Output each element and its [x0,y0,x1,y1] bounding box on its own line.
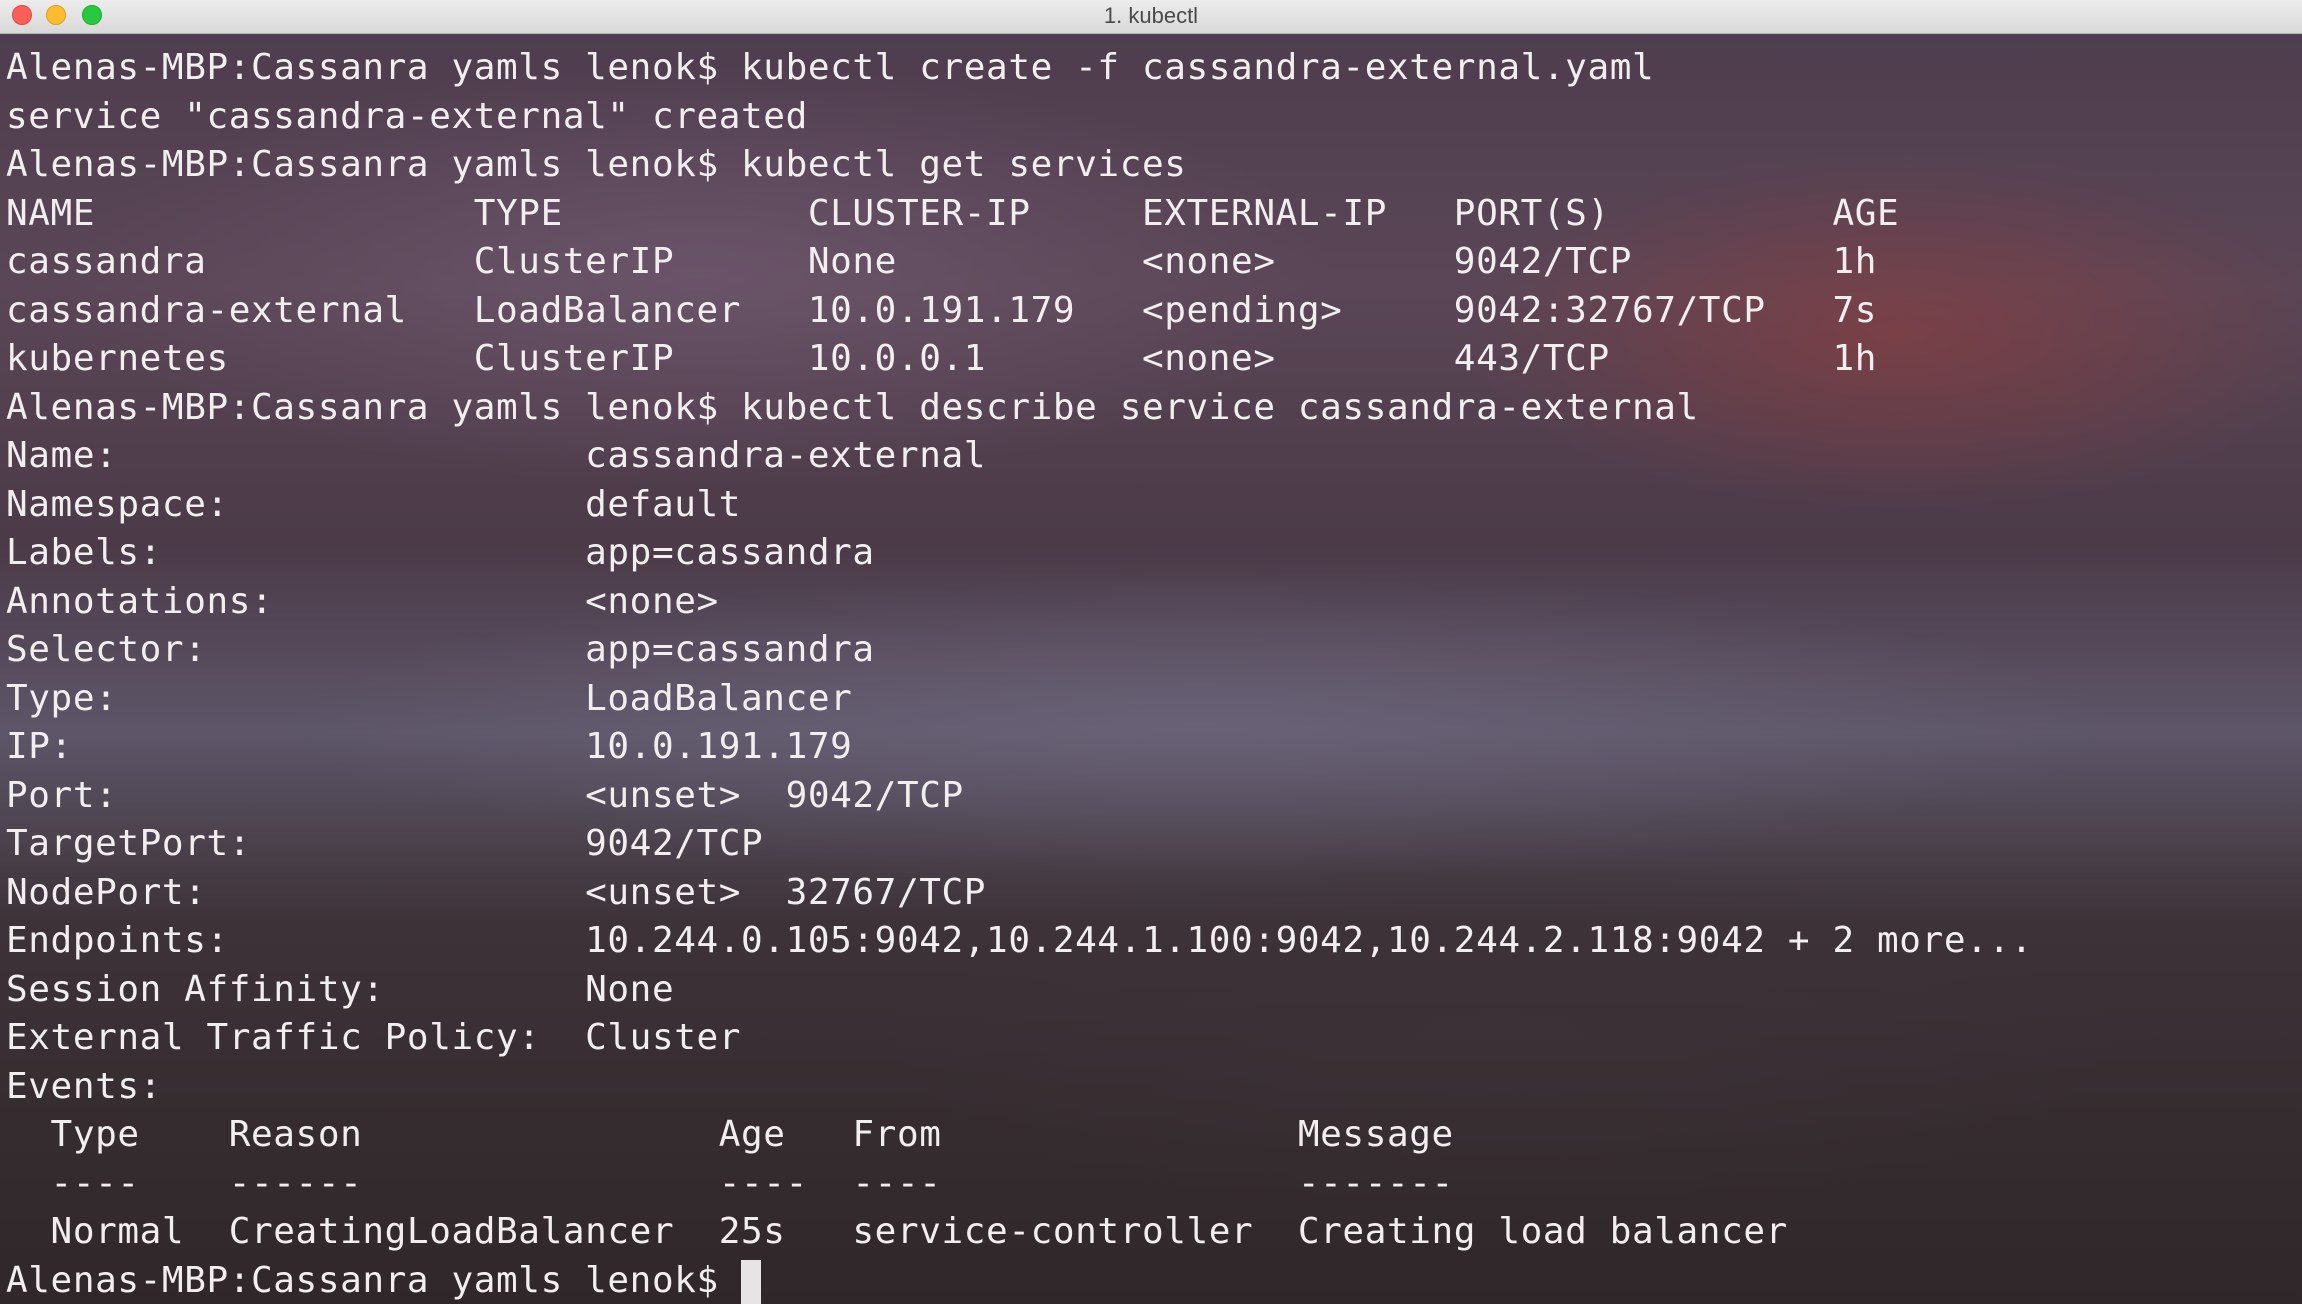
describe-field: External Traffic Policy: Cluster [6,1017,742,1058]
text-cursor [740,1259,761,1304]
terminal-window: 1. kubectl Alenas-MBP:Cassanra yamls len… [0,0,2302,1304]
describe-field: Session Affinity: None [6,968,675,1010]
describe-field: Type: LoadBalancer [6,677,853,719]
describe-field: Annotations: <none> [6,580,719,622]
prompt-line[interactable]: Alenas-MBP:Cassanra yamls lenok$ [6,1257,2033,1304]
shell-prompt: Alenas-MBP:Cassanra yamls lenok$ [6,1259,719,1301]
describe-field: IP: 10.0.191.179 [6,726,853,767]
table-row: kubernetes ClusterIP 10.0.0.1 <none> 443… [6,338,1878,379]
describe-field: Labels: app=cassandra [6,532,875,573]
describe-field: Selector: app=cassandra [6,629,875,670]
terminal-line: Alenas-MBP:Cassanra yamls lenok$ kubectl… [6,47,1655,88]
describe-field: Events: [6,1065,162,1107]
describe-field: TargetPort: 9042/TCP [6,823,764,864]
events-header-row: Type Reason Age From Message [6,1114,1454,1155]
events-row: Normal CreatingLoadBalancer 25s service-… [6,1211,1788,1252]
table-row: cassandra ClusterIP None <none> 9042/TCP… [6,241,1878,282]
describe-field: Endpoints: 10.244.0.105:9042,10.244.1.10… [6,920,2033,961]
describe-field: Port: <unset> 9042/TCP [6,774,964,816]
terminal-lines: Alenas-MBP:Cassanra yamls lenok$ kubectl… [6,44,2033,1304]
terminal-line: Alenas-MBP:Cassanra yamls lenok$ kubectl… [6,144,1187,185]
window-title: 1. kubectl [1103,3,1199,28]
table-row: cassandra-external LoadBalancer 10.0.191… [6,289,1878,331]
describe-field: Name: cassandra-external [6,435,987,476]
title-bar[interactable]: 1. kubectl [0,0,2302,34]
terminal-line: service "cassandra-external" created [6,95,808,137]
describe-field: Namespace: default [6,483,742,525]
events-separator-row: ---- ------ ---- ---- ------- [6,1162,1454,1204]
describe-field: NodePort: <unset> 32767/TCP [6,871,987,913]
terminal-line: Alenas-MBP:Cassanra yamls lenok$ kubectl… [6,386,1699,428]
terminal-output-area[interactable]: Alenas-MBP:Cassanra yamls lenok$ kubectl… [0,34,2302,1304]
table-header-row: NAME TYPE CLUSTER-IP EXTERNAL-IP PORT(S)… [6,192,1900,234]
